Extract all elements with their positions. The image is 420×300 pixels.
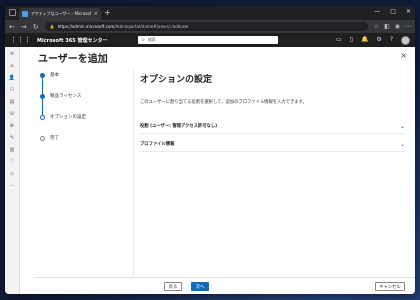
home-icon[interactable]: ⌂ [10,63,13,69]
section-heading: オプションの設定 [140,75,213,85]
forward-arrow-icon[interactable]: → [21,22,27,32]
content-area: ≡ ⌂ 👤 ⚇ ▤ ☏ ⚙ ✎ ▥ ♡ ◇ ⋯ ユーザーを追加 × 基本 製品ラ… [5,47,415,294]
lock-icon: 🔒 [49,24,55,29]
maximize-button[interactable]: □ [390,7,396,17]
step-current-icon [40,114,45,120]
back-arrow-icon[interactable]: ← [9,22,15,32]
tab-actions-icon[interactable] [9,9,16,16]
roles-accordion[interactable]: 役割 (ユーザー: 管理アクセス許可なし) ⌄ [140,119,405,134]
step-basics[interactable]: 基本 [40,72,59,78]
reports-icon[interactable]: ▥ [10,147,15,153]
header-icons: ▭ ▯ 🔔 ⚙ ? [336,35,410,45]
mobile-icon[interactable]: ▯ [350,35,353,45]
add-user-panel: ユーザーを追加 × 基本 製品ライセンス オプションの設定 完了 オプションの設… [19,47,415,294]
main-content: オプションの設定 このユーザーに割り当てる役割を選択して、追加のプロファイル情報… [140,69,405,152]
app-launcher-icon[interactable]: ⋮⋮⋮ [10,35,31,45]
users-icon[interactable]: 👤 [9,75,15,81]
panel-title: ユーザーを追加 [38,54,108,65]
avatar[interactable] [401,35,410,45]
step-product-licenses[interactable]: 製品ライセンス [40,93,81,99]
search-placeholder: 検索 [147,37,156,42]
more-menu-icon[interactable]: ⋯ [405,22,411,32]
menu-icon[interactable]: ≡ [10,51,14,57]
gear-icon[interactable]: ⚙ [376,35,381,45]
close-window-button[interactable]: ✕ [406,7,411,17]
browser-window: アクティブなユーザー - Microsoft 36 × + — □ ✕ ← → … [5,6,415,294]
wizard-steps: 基本 製品ライセンス オプションの設定 完了 [34,69,134,279]
star-icon[interactable]: ☆ [374,22,379,32]
step-label: 完了 [50,136,59,141]
bell-icon[interactable]: 🔔 [361,35,368,45]
browser-extension-icons: ☆ ◧ ◉ ⋯ [374,22,411,32]
app-title[interactable]: Microsoft 365 管理センター [37,37,107,44]
url-text: https://admin.microsoft.com/Adminportal/… [57,24,190,29]
wizard-footer: 戻る 次へ キャンセル [34,277,415,294]
profile-info-accordion[interactable]: プロファイル情報 ⌄ [140,137,405,152]
tab-title: アクティブなユーザー - Microsoft 36 [31,11,91,16]
tab-strip: アクティブなユーザー - Microsoft 36 × + — □ ✕ [5,6,415,20]
step-label: オプションの設定 [50,115,86,120]
extensions-icon[interactable]: ◧ [384,22,390,32]
next-button[interactable]: 次へ [191,282,209,291]
step-label: 製品ライセンス [50,94,82,99]
browser-tab-active-users[interactable]: アクティブなユーザー - Microsoft 36 × [19,8,101,20]
help-icon[interactable]: ? [390,35,393,45]
profile-icon[interactable]: ◉ [395,22,400,32]
m365-header: ⋮⋮⋮ Microsoft 365 管理センター ⌕ 検索 ▭ ▯ 🔔 ⚙ ? [5,33,415,47]
step-finish[interactable]: 完了 [40,135,59,141]
step-done-icon [40,72,45,78]
health-icon[interactable]: ♡ [10,159,14,165]
close-panel-icon[interactable]: × [400,51,407,60]
search-input[interactable]: ⌕ 検索 [138,36,278,44]
back-button[interactable]: 戻る [164,282,182,291]
setup-icon[interactable]: ✎ [10,135,14,141]
window-controls: — □ ✕ [374,7,411,17]
search-icon: ⌕ [142,37,145,43]
tab-close-icon[interactable]: × [94,11,98,17]
step-optional-settings[interactable]: オプションの設定 [40,114,86,120]
left-nav-rail: ≡ ⌂ 👤 ⚇ ▤ ☏ ⚙ ✎ ▥ ♡ ◇ ⋯ [5,47,19,294]
teams-icon[interactable]: ⚇ [10,87,14,93]
settings-nav-icon[interactable]: ⚙ [10,123,14,129]
support-icon[interactable]: ☏ [9,111,15,117]
billing-icon[interactable]: ▤ [10,99,15,105]
minimize-button[interactable]: — [374,7,380,17]
accordion-label: プロファイル情報 [140,142,175,147]
step-todo-icon [40,135,45,141]
new-tab-button[interactable]: + [104,8,111,18]
address-bar[interactable]: 🔒 https://admin.microsoft.com/Adminporta… [44,22,368,31]
step-label: 基本 [50,73,59,78]
cancel-button[interactable]: キャンセル [375,282,405,291]
chevron-down-icon: ⌄ [399,122,405,130]
accordion-label: 役割 (ユーザー: 管理アクセス許可なし) [140,124,218,129]
refresh-icon[interactable]: ↻ [33,22,39,32]
more-nav-icon[interactable]: ⋯ [10,183,15,189]
monitor-icon[interactable]: ▭ [336,35,342,45]
section-description: このユーザーに割り当てる役割を選択して、追加のプロファイル情報を入力できます。 [140,100,307,105]
browser-toolbar: ← → ↻ 🔒 https://admin.microsoft.com/Admi… [5,20,415,33]
m365-favicon-icon [22,11,28,17]
admin-centers-icon[interactable]: ◇ [10,171,14,177]
chevron-down-icon: ⌄ [399,140,405,148]
step-done-icon [40,93,45,99]
